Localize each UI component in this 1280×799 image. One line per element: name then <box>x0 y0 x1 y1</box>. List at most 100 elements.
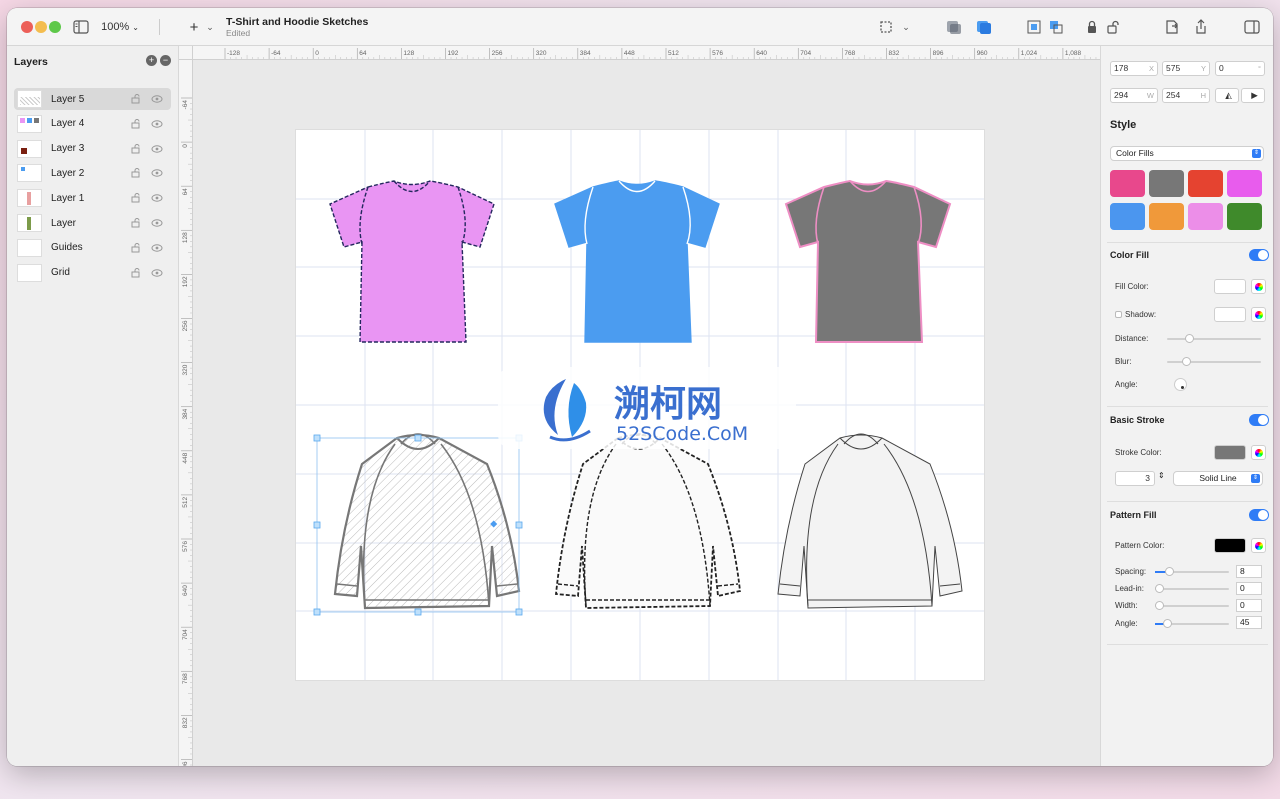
slider-knob[interactable] <box>1163 619 1172 628</box>
layer-row[interactable]: Layer 5 <box>14 88 171 110</box>
ruler-label: 512 <box>182 497 189 508</box>
slider-knob[interactable] <box>1155 584 1164 593</box>
close-window-button[interactable] <box>21 21 33 33</box>
lock-icon[interactable] <box>131 168 143 178</box>
shadow-color-picker-icon[interactable] <box>1251 307 1266 322</box>
minimize-window-button[interactable] <box>35 21 47 33</box>
pattern-width-slider[interactable] <box>1155 601 1229 610</box>
eye-icon[interactable] <box>151 94 163 104</box>
width-field[interactable]: 294 W <box>1110 88 1158 103</box>
x-field[interactable]: 178 X <box>1110 61 1158 76</box>
slider-knob[interactable] <box>1155 601 1164 610</box>
color-fill-toggle[interactable] <box>1249 249 1269 261</box>
color-swatch[interactable] <box>1149 203 1184 230</box>
leadin-field[interactable]: 0 <box>1236 582 1262 595</box>
sidebar-toggle-icon[interactable] <box>71 17 91 37</box>
layer-row[interactable]: Layer 1 <box>14 187 171 209</box>
rotation-field[interactable]: 0 ° <box>1215 61 1265 76</box>
eye-icon[interactable] <box>151 218 163 228</box>
lock-icon[interactable] <box>131 267 143 278</box>
spacing-field[interactable]: 8 <box>1236 565 1262 578</box>
y-field[interactable]: 575 Y <box>1162 61 1210 76</box>
distance-slider[interactable] <box>1167 334 1261 343</box>
artboard-icon[interactable] <box>877 17 895 37</box>
color-swatch[interactable] <box>1188 170 1223 197</box>
color-swatch[interactable] <box>1188 203 1223 230</box>
canvas[interactable]: 溯柯网 52SCode.CoM <box>193 60 1100 766</box>
fit-icon[interactable] <box>1025 17 1043 37</box>
inspector-toggle-icon[interactable] <box>1243 17 1261 37</box>
flip-vertical-icon[interactable]: ▶ <box>1241 88 1265 103</box>
fill-color-well[interactable] <box>1214 279 1246 294</box>
unlock-icon[interactable] <box>1107 17 1121 37</box>
stepper-icon[interactable]: ⇕ <box>1158 471 1165 480</box>
shadow-color-well[interactable] <box>1214 307 1246 322</box>
lock-icon[interactable] <box>131 143 143 154</box>
bring-forward-icon[interactable] <box>975 17 993 37</box>
color-swatch[interactable] <box>1227 203 1262 230</box>
leadin-slider[interactable] <box>1155 584 1229 593</box>
layer-row[interactable]: Layer <box>14 212 171 234</box>
angle-dial[interactable] <box>1174 378 1187 391</box>
color-swatch[interactable] <box>1110 170 1145 197</box>
lock-icon[interactable] <box>131 242 143 253</box>
style-select[interactable]: Color Fills ⇕ <box>1110 146 1264 161</box>
layer-row[interactable]: Grid <box>14 262 171 284</box>
pattern-color-well[interactable] <box>1214 538 1246 553</box>
slider-knob[interactable] <box>1165 567 1174 576</box>
add-layer-icon[interactable]: + <box>146 55 157 66</box>
eye-icon[interactable] <box>151 268 163 278</box>
pattern-fill-toggle[interactable] <box>1249 509 1269 521</box>
add-menu-chevron-icon[interactable]: ⌄ <box>205 17 215 37</box>
watermark-cn-text: 溯柯网 <box>614 384 723 425</box>
sweatshirt-dashed <box>555 433 741 609</box>
pattern-angle-slider[interactable] <box>1155 619 1229 628</box>
eye-icon[interactable] <box>151 243 163 253</box>
layer-row[interactable]: Layer 4 <box>14 113 171 135</box>
lock-icon[interactable] <box>1085 17 1099 37</box>
shadow-checkbox[interactable] <box>1115 311 1122 318</box>
y-value: 575 <box>1166 63 1181 73</box>
eye-icon[interactable] <box>151 119 163 129</box>
color-swatch[interactable] <box>1149 170 1184 197</box>
spacing-slider[interactable] <box>1155 567 1229 576</box>
lock-icon[interactable] <box>131 94 143 104</box>
stroke-color-picker-icon[interactable] <box>1251 445 1266 460</box>
slider-knob[interactable] <box>1182 357 1191 366</box>
blur-slider[interactable] <box>1167 357 1261 366</box>
pattern-width-field[interactable]: 0 <box>1236 599 1262 612</box>
share-icon[interactable] <box>1192 17 1210 37</box>
pattern-color-picker-icon[interactable] <box>1251 538 1266 553</box>
color-swatch[interactable] <box>1110 203 1145 230</box>
zoom-window-button[interactable] <box>49 21 61 33</box>
eye-icon[interactable] <box>151 193 163 203</box>
ruler-label: 192 <box>182 276 189 287</box>
height-field[interactable]: 254 H <box>1162 88 1210 103</box>
remove-layer-icon[interactable]: − <box>160 55 171 66</box>
pattern-angle-field[interactable]: 45 <box>1236 616 1262 629</box>
send-backward-icon[interactable] <box>945 17 963 37</box>
basic-stroke-toggle[interactable] <box>1249 414 1269 426</box>
export-icon[interactable] <box>1163 17 1181 37</box>
watermark: 溯柯网 52SCode.CoM <box>498 367 796 449</box>
lock-icon[interactable] <box>131 193 143 203</box>
transform-icon[interactable] <box>1047 17 1065 37</box>
eye-icon[interactable] <box>151 168 163 178</box>
eye-icon[interactable] <box>151 144 163 154</box>
color-picker-icon[interactable] <box>1251 279 1266 294</box>
artboard-chevron-icon[interactable]: ⌄ <box>901 17 911 37</box>
flip-horizontal-icon[interactable]: ◭ <box>1215 88 1239 103</box>
lock-icon[interactable] <box>131 218 143 228</box>
layer-row[interactable]: Layer 3 <box>14 138 171 160</box>
line-style-select[interactable]: Solid Line ⇕ <box>1173 471 1263 486</box>
stroke-width-field[interactable]: 3 <box>1115 471 1155 486</box>
layer-row[interactable]: Layer 2 <box>14 162 171 184</box>
add-icon[interactable]: + <box>187 17 201 37</box>
layer-row[interactable]: Guides <box>14 237 171 259</box>
height-value: 254 <box>1166 90 1181 100</box>
lock-icon[interactable] <box>131 118 143 129</box>
slider-knob[interactable] <box>1185 334 1194 343</box>
zoom-dropdown[interactable]: 100% ⌄ <box>98 17 142 37</box>
stroke-color-well[interactable] <box>1214 445 1246 460</box>
color-swatch[interactable] <box>1227 170 1262 197</box>
